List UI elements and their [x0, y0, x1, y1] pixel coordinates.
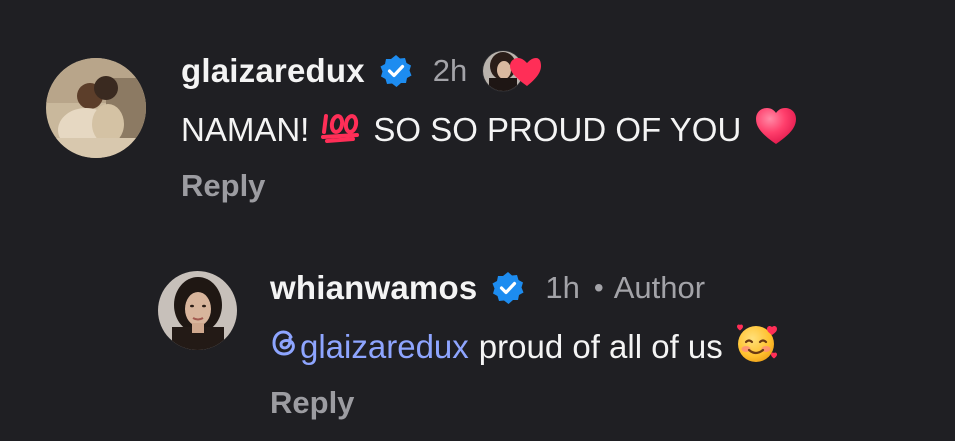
username[interactable]: glaizaredux: [181, 52, 365, 90]
heart-emoji-icon: [755, 106, 797, 154]
avatar[interactable]: [46, 58, 146, 158]
verified-badge-icon: [379, 54, 413, 88]
timestamp: 2h: [432, 53, 468, 88]
comment-text-part: NAMAN!: [181, 111, 310, 148]
username[interactable]: whianwamos: [270, 269, 477, 307]
separator: •: [593, 272, 604, 303]
verified-badge-icon: [491, 271, 525, 305]
comment-text-part: SO SO PROUD OF YOU: [373, 111, 742, 148]
author-label: Author: [613, 270, 706, 305]
comment-text-part: proud of all of us: [478, 328, 723, 365]
comment-header: glaizaredux 2h: [181, 49, 543, 93]
avatar[interactable]: [158, 271, 237, 350]
comment-text: glaizaredux proud of all of us: [270, 324, 779, 369]
liked-by-author-indicator: [481, 48, 543, 94]
reply-button[interactable]: Reply: [181, 168, 265, 204]
smiling-face-with-hearts-emoji-icon: [735, 321, 779, 373]
threads-at-icon: [270, 328, 298, 366]
mention-username: glaizaredux: [300, 328, 469, 365]
comment-text: NAMAN! SO SO PROUD OF YOU: [181, 108, 797, 152]
comment-header: whianwamos 1h • Author: [270, 267, 705, 309]
comments-thread: glaizaredux 2h NAMAN! SO SO PROUD OF YOU…: [0, 0, 955, 441]
timestamp: 1h: [545, 270, 580, 305]
reply-button[interactable]: Reply: [270, 385, 354, 421]
hundred-points-emoji-icon: [321, 108, 361, 152]
mention-link[interactable]: glaizaredux: [270, 328, 469, 366]
